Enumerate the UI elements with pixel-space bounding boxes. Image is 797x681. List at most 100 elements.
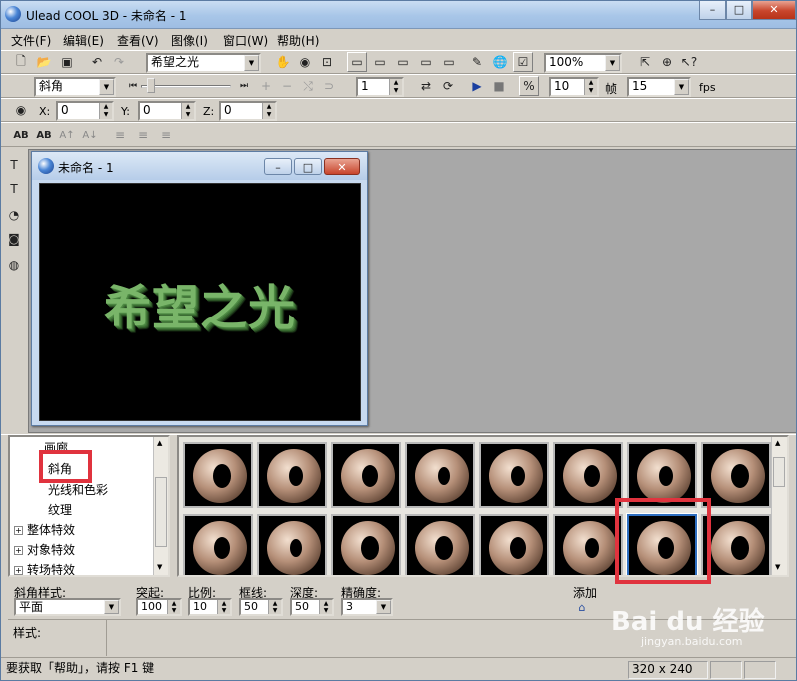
scale-input[interactable]: 10 ▲ ▼: [188, 598, 232, 616]
scroll-thumb[interactable]: [773, 457, 785, 487]
bevel-preset-thumb[interactable]: [183, 442, 253, 508]
view-side-icon[interactable]: ▭: [370, 52, 390, 72]
char-spacing-icon[interactable]: AB: [11, 125, 31, 145]
spin-arrows-icon[interactable]: ▲ ▼: [319, 600, 332, 614]
depth-input[interactable]: 50 ▲ ▼: [290, 598, 334, 616]
percent-icon[interactable]: %: [519, 76, 539, 96]
spin-arrows-icon[interactable]: ▲ ▼: [217, 600, 230, 614]
add-keyframe-icon[interactable]: +: [256, 76, 276, 96]
timeline-slider-thumb[interactable]: [147, 78, 155, 93]
scroll-down-icon[interactable]: ▼: [775, 563, 780, 571]
bevel-gallery[interactable]: ▲ ▼: [177, 435, 789, 577]
line-spacing-icon[interactable]: AB: [34, 125, 54, 145]
doc-close-button[interactable]: ✕: [324, 158, 360, 175]
maximize-button[interactable]: □: [726, 1, 752, 20]
tree-item-gallery[interactable]: 画廊: [44, 439, 68, 456]
menu-image[interactable]: 图像(I): [169, 32, 210, 49]
tree-item-light-color[interactable]: 光线和色彩: [48, 481, 108, 498]
effect-type-select[interactable]: 斜角 ▼: [34, 77, 116, 97]
scroll-thumb[interactable]: [155, 477, 167, 547]
timeline-end-icon[interactable]: ⏭: [234, 76, 254, 96]
spin-arrows-icon[interactable]: ▲ ▼: [99, 103, 112, 119]
chevron-down-icon[interactable]: ▼: [244, 55, 259, 71]
export-icon[interactable]: ⇱: [635, 52, 655, 72]
tree-item-bevel[interactable]: 斜角: [48, 460, 72, 477]
text-object-select[interactable]: 希望之光 ▼: [146, 53, 261, 73]
bevel-preset-thumb[interactable]: [183, 514, 253, 575]
spin-arrows-icon[interactable]: ▲ ▼: [262, 103, 275, 119]
expand-plus-icon[interactable]: +: [14, 526, 23, 535]
spin-arrows-icon[interactable]: ▲ ▼: [167, 600, 180, 614]
document-title-bar[interactable]: 未命名 - 1 – □ ✕: [32, 152, 367, 180]
remove-keyframe-icon[interactable]: −: [277, 76, 297, 96]
spin-arrows-icon[interactable]: ▲ ▼: [268, 600, 281, 614]
scroll-down-icon[interactable]: ▼: [157, 563, 162, 571]
context-help-icon[interactable]: ↖?: [679, 52, 699, 72]
doc-minimize-button[interactable]: –: [264, 158, 292, 175]
gallery-scrollbar[interactable]: ▲ ▼: [771, 437, 787, 575]
tree-item-transition-effects[interactable]: + 转场特效: [14, 561, 75, 575]
add-style-icon[interactable]: ⌂: [573, 598, 591, 616]
stop-icon[interactable]: ■: [489, 76, 509, 96]
repeat-icon[interactable]: ⇄: [416, 76, 436, 96]
bevel-preset-thumb[interactable]: [257, 442, 327, 508]
position-tool-icon[interactable]: ◉: [11, 100, 31, 120]
align-right-icon[interactable]: ≡: [156, 125, 176, 145]
y-input[interactable]: 0 ▲ ▼: [138, 101, 196, 121]
tree-item-global-effects[interactable]: + 整体特效: [14, 521, 75, 538]
undo-icon[interactable]: ↶: [87, 52, 107, 72]
spin-arrows-icon[interactable]: ▲ ▼: [181, 103, 194, 119]
view-perspective-icon[interactable]: ▭: [416, 52, 436, 72]
z-input[interactable]: 0 ▲ ▼: [219, 101, 277, 121]
title-bar[interactable]: Ulead COOL 3D - 未命名 - 1 – □ ✕: [1, 1, 796, 29]
hand-pan-icon[interactable]: ✋: [273, 52, 293, 72]
bevel-preset-thumb[interactable]: [331, 514, 401, 575]
size-object-icon[interactable]: ⊡: [317, 52, 337, 72]
bevel-preset-thumb[interactable]: [553, 514, 623, 575]
redo-icon[interactable]: ↷: [109, 52, 129, 72]
render-canvas[interactable]: 希望之光: [39, 183, 361, 421]
tree-scrollbar[interactable]: ▲ ▼: [153, 437, 168, 575]
reverse-icon[interactable]: ⤭: [298, 76, 318, 96]
border-input[interactable]: 50 ▲ ▼: [239, 598, 283, 616]
expand-plus-icon[interactable]: +: [14, 546, 23, 555]
edit-text-icon[interactable]: T: [4, 179, 24, 199]
bevel-preset-thumb[interactable]: [479, 442, 549, 508]
play-icon[interactable]: ▶: [467, 76, 487, 96]
protrude-input[interactable]: 100 ▲ ▼: [136, 598, 182, 616]
doc-maximize-button[interactable]: □: [294, 158, 322, 175]
align-center-icon[interactable]: ≡: [133, 125, 153, 145]
chevron-down-icon[interactable]: ▼: [104, 600, 119, 614]
close-button[interactable]: ✕: [752, 1, 796, 20]
pointer-icon[interactable]: ✎: [467, 52, 487, 72]
timeline-start-icon[interactable]: ⏮: [123, 76, 143, 96]
view-camera-icon[interactable]: ▭: [439, 52, 459, 72]
text-up-icon[interactable]: A↑: [57, 125, 77, 145]
effects-tree[interactable]: 画廊 斜角 光线和色彩 纹理 + 整体特效 + 对象特效 + 转场特效 ▲ ▼: [8, 435, 170, 577]
menu-file[interactable]: 文件(F): [9, 32, 53, 49]
view-top-icon[interactable]: ▭: [393, 52, 413, 72]
frame-count-input[interactable]: 10 ▲ ▼: [549, 77, 599, 97]
chevron-down-icon[interactable]: ▼: [99, 79, 114, 95]
chevron-down-icon[interactable]: ▼: [605, 55, 620, 71]
insert-object-icon[interactable]: ◍: [4, 255, 24, 275]
save-icon[interactable]: ▣: [57, 52, 77, 72]
bevel-preset-thumb[interactable]: [479, 514, 549, 575]
zoom-select[interactable]: 100% ▼: [544, 53, 622, 73]
text-down-icon[interactable]: A↓: [80, 125, 100, 145]
loop-off-icon[interactable]: ⊃: [319, 76, 339, 96]
insert-text-icon[interactable]: T: [4, 155, 24, 175]
x-input[interactable]: 0 ▲ ▼: [56, 101, 114, 121]
tree-item-object-effects[interactable]: + 对象特效: [14, 541, 75, 558]
bevel-preset-thumb[interactable]: [701, 442, 771, 508]
menu-help[interactable]: 帮助(H): [275, 32, 321, 49]
menu-view[interactable]: 查看(V): [115, 32, 161, 49]
bevel-preset-thumb[interactable]: [553, 442, 623, 508]
scroll-up-icon[interactable]: ▲: [775, 439, 780, 447]
bevel-preset-thumb[interactable]: [405, 442, 475, 508]
bevel-preset-thumb[interactable]: [257, 514, 327, 575]
menu-edit[interactable]: 编辑(E): [61, 32, 106, 49]
insert-shape-icon[interactable]: ◔: [4, 205, 24, 225]
tree-item-texture[interactable]: 纹理: [48, 501, 72, 518]
rotate-object-icon[interactable]: ◉: [295, 52, 315, 72]
